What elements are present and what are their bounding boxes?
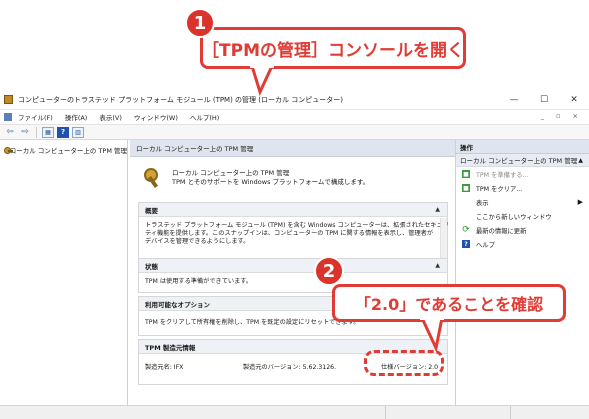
window-titlebar: コンピューターのトラステッド プラットフォーム モジュール (TPM) の管理 … <box>0 90 589 110</box>
step1-pointer <box>250 66 274 96</box>
tree-item-label: ローカル コンピューター上の TPM 管理 <box>9 147 127 155</box>
overview-body: トラステッド プラットフォーム モジュール (TPM) を含む Windows … <box>139 217 449 251</box>
status-bar <box>0 405 589 419</box>
back-arrow-icon[interactable]: ⇦ <box>4 127 16 138</box>
overview-line: トラステッド プラットフォーム モジュール (TPM) を含む Windows … <box>145 222 449 229</box>
menu-view[interactable]: 表示(V) <box>93 112 128 122</box>
overview-header[interactable]: 概要 ▲ <box>139 203 447 217</box>
window-title: コンピューターのトラステッド プラットフォーム モジュール (TPM) の管理 … <box>18 95 343 104</box>
center-pane-header: ローカル コンピューター上の TPM 管理 <box>130 140 455 157</box>
step1-text: ［TPMの管理］コンソールを開く <box>202 40 464 61</box>
refresh-icon: ⟳ <box>462 225 470 235</box>
status-divider <box>385 406 386 419</box>
forward-arrow-icon[interactable]: ⇨ <box>19 127 31 138</box>
menu-window[interactable]: ウィンドウ(W) <box>128 112 184 122</box>
action-label: 表示 <box>476 199 489 207</box>
status-header[interactable]: 状態 ▲ <box>139 259 447 273</box>
blank-icon <box>462 198 470 206</box>
actions-subheader[interactable]: ローカル コンピューター上の TPM 管理 ▲ <box>456 154 589 167</box>
step2-text: 「2.0」であることを確認 <box>354 295 544 314</box>
actions-header: 操作 <box>456 140 589 154</box>
tpm-action-icon: ■ <box>462 170 470 178</box>
toolbar-divider <box>36 126 37 138</box>
menu-action[interactable]: 操作(A) <box>59 112 94 122</box>
help-icon[interactable]: ? <box>57 126 69 138</box>
action-help[interactable]: ? ヘルプ <box>456 237 589 251</box>
step1-callout: ［TPMの管理］コンソールを開く <box>200 27 466 69</box>
status-divider <box>510 406 511 419</box>
status-title: 状態 <box>145 262 158 271</box>
step1-number-badge: 1 <box>185 8 215 38</box>
intro-description: TPM とそのサポートを Windows プラットフォームで構成します。 <box>172 178 370 186</box>
action-clear-tpm[interactable]: ■ TPM をクリア... <box>456 181 589 195</box>
key-icon <box>4 146 13 154</box>
action-label: ここから新しいウィンドウ <box>476 213 552 221</box>
submenu-arrow-icon: ▶ <box>577 198 583 206</box>
window-controls: — ☐ ✕ <box>499 90 589 110</box>
action-label: ヘルプ <box>476 241 495 249</box>
console-tree-icon[interactable]: ▦ <box>42 126 54 138</box>
manufacturer-name: 製造元名: IFX <box>145 364 184 371</box>
tpm-key-icon <box>142 167 164 189</box>
app-icon <box>4 95 13 104</box>
show-action-pane-icon[interactable]: ▥ <box>72 126 84 138</box>
child-window-controls[interactable]: _ ▫ × <box>541 112 583 120</box>
action-label: 最新の情報に更新 <box>476 227 527 235</box>
action-view[interactable]: 表示 ▶ <box>456 195 589 209</box>
spec-version-highlight <box>364 350 444 376</box>
step2-number-badge: 2 <box>314 256 344 286</box>
menu-help[interactable]: ヘルプ(H) <box>184 112 225 122</box>
collapse-arrow-icon[interactable]: ▲ <box>435 262 440 269</box>
manufacturer-version: 製造元のバージョン: 5.62.3126. <box>243 364 337 371</box>
action-new-window[interactable]: ここから新しいウィンドウ <box>456 209 589 223</box>
tpm-action-icon: ■ <box>462 184 470 192</box>
overview-line: デバイスを管理できるようにします。 <box>145 238 250 245</box>
maximize-button[interactable]: ☐ <box>529 90 559 110</box>
action-label: TPM をクリア... <box>476 185 523 193</box>
overview-title: 概要 <box>145 206 158 215</box>
step2-pointer <box>420 318 444 352</box>
options-title: 利用可能なオプション <box>145 300 210 309</box>
blank-icon <box>462 212 470 220</box>
toolbar: ⇦ ⇨ ▦ ? ▥ <box>0 124 589 140</box>
menu-bar: ファイル(F) 操作(A) 表示(V) ウィンドウ(W) ヘルプ(H) _ ▫ … <box>0 110 589 124</box>
actions-subheader-label: ローカル コンピューター上の TPM 管理 <box>460 157 578 165</box>
overview-section: 概要 ▲ トラステッド プラットフォーム モジュール (TPM) を含む Win… <box>138 202 449 260</box>
step2-callout: 「2.0」であることを確認 <box>332 284 566 322</box>
action-prepare-tpm[interactable]: ■ TPM を準備する... <box>456 167 589 181</box>
collapse-arrow-icon[interactable]: ▲ <box>578 157 583 164</box>
intro-block: ローカル コンピューター上の TPM 管理 TPM とそのサポートを Windo… <box>142 167 455 189</box>
action-refresh[interactable]: ⟳ 最新の情報に更新 <box>456 223 589 237</box>
actions-pane: 操作 ローカル コンピューター上の TPM 管理 ▲ ■ TPM を準備する..… <box>455 140 589 405</box>
minimize-button[interactable]: — <box>499 90 529 110</box>
intro-title: ローカル コンピューター上の TPM 管理 <box>172 169 290 177</box>
overview-scrollbar[interactable] <box>440 218 447 260</box>
mmc-icon <box>4 113 12 121</box>
action-label: TPM を準備する... <box>476 171 529 179</box>
menu-file[interactable]: ファイル(F) <box>12 112 59 122</box>
collapse-arrow-icon[interactable]: ▲ <box>435 206 440 213</box>
console-tree: ローカル コンピューター上の TPM 管理 <box>0 140 128 405</box>
close-button[interactable]: ✕ <box>559 90 589 110</box>
overview-line: ティ機能を提供します。このスナップインは、コンピューターの TPM に関する情報… <box>145 230 434 237</box>
manufacturer-title: TPM 製造元情報 <box>145 343 196 352</box>
help-icon: ? <box>462 240 470 248</box>
tree-item-tpm-management[interactable]: ローカル コンピューター上の TPM 管理 <box>4 145 127 155</box>
